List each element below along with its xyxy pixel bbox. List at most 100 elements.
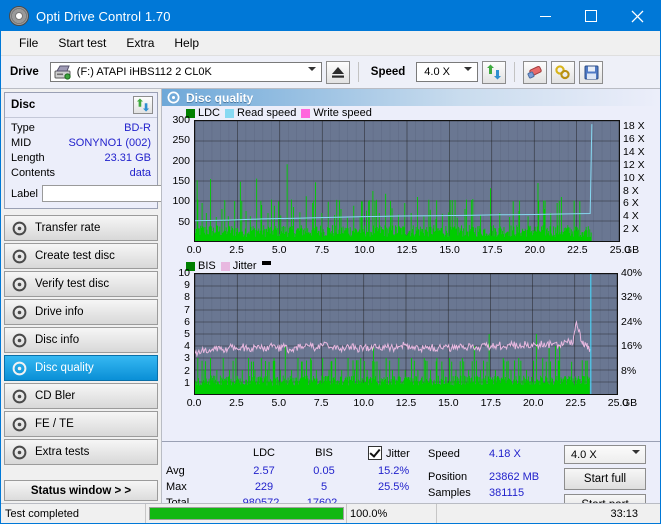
axis-tick-label: 16 X [623, 133, 645, 146]
refresh-icon [487, 64, 502, 80]
progress-bar [146, 504, 346, 523]
axis-tick-label: 50 [178, 215, 190, 228]
axis-tick-label: 10 X [623, 171, 645, 184]
disc-row-length: Length 23.31 GB [11, 151, 151, 166]
axis-tick-label: 2 X [623, 223, 639, 236]
axis-tick-label: 250 [172, 134, 190, 147]
minimize-button[interactable] [522, 1, 568, 31]
disc-row-key: Contents [11, 167, 56, 179]
refresh-icon [136, 98, 150, 112]
sidebar-item-label: CD Bler [35, 390, 76, 402]
drive-label: Drive [10, 66, 39, 78]
maximize-button[interactable] [568, 1, 614, 31]
chart-ldc-plot[interactable] [194, 120, 620, 242]
axis-tick-label: 17.5 [480, 397, 502, 409]
speed-stat-value: 4.18 X [489, 448, 521, 460]
legend-write-speed: Write speed [301, 107, 372, 119]
speed-select[interactable]: 4.0 X [416, 62, 479, 82]
disc-refresh-button[interactable] [133, 96, 153, 114]
save-button[interactable] [579, 60, 604, 84]
sidebar-item-create-test-disc[interactable]: Create test disc [4, 243, 158, 269]
axis-tick-label: 10.0 [354, 244, 375, 256]
speed-stat-label: Speed [428, 448, 460, 460]
axis-tick-label: 7 [184, 303, 190, 316]
axis-tick-label: 4 [184, 340, 190, 353]
elapsed-time: 33:13 [436, 504, 660, 523]
legend-label: LDC [198, 107, 221, 119]
chart-bis-plot[interactable] [194, 273, 618, 395]
legend-label: Jitter [232, 260, 257, 272]
axis-tick-label: 6 X [623, 197, 639, 210]
axis-tick-label: 1 [184, 376, 190, 389]
sidebar-item-label: FE / TE [35, 418, 74, 430]
status-window-button[interactable]: Status window > > [4, 480, 158, 501]
settings-button[interactable] [551, 60, 576, 84]
disc-row-contents: Contents data [11, 166, 151, 181]
axis-tick-label: 18 X [623, 120, 645, 133]
drive-select[interactable]: (F:) ATAPI iHBS112 2 CL0K [49, 62, 322, 82]
window-title: Opti Drive Control 1.70 [36, 8, 171, 24]
sidebar-item-transfer-rate[interactable]: Transfer rate [4, 215, 158, 241]
sidebar-item-label: Drive info [35, 306, 84, 318]
sidebar-item-disc-info[interactable]: Disc info [4, 327, 158, 353]
axis-tick-label: 8 [184, 291, 190, 304]
axis-tick-label: 14 X [623, 146, 645, 159]
disc-row-value: 23.31 GB [104, 152, 151, 164]
drive-icon [54, 65, 71, 80]
disc-nav-icon [12, 277, 27, 291]
axis-tick-label: 5.0 [271, 397, 287, 409]
disc-row-key: MID [11, 137, 32, 149]
chart-bis: BIS Jitter 1 2 3 4 5 6 7 8 9 10 8% 16% 24% 32% 40% 0.0 2… [162, 259, 660, 409]
toolbar: Drive (F:) ATAPI iHBS112 2 CL0K Speed 4.… [1, 56, 660, 89]
sidebar-item-extra-tests[interactable]: Extra tests [4, 439, 158, 465]
jitter-checkbox[interactable] [368, 446, 382, 460]
axis-tick-label: 20.0 [524, 244, 546, 256]
axis-tick-label: 22.5 [565, 397, 586, 409]
legend-label: Read speed [237, 107, 297, 119]
disc-nav-icon [12, 361, 27, 375]
sidebar-item-label: Transfer rate [35, 222, 101, 234]
drive-value: (F:) ATAPI iHBS112 2 CL0K [76, 66, 212, 78]
stats-ldc-max: 229 [254, 481, 274, 493]
sidebar-item-label: Extra tests [35, 446, 90, 458]
keys-icon [555, 64, 570, 79]
axis-tick-label: 8% [621, 364, 637, 377]
start-full-button[interactable]: Start full [564, 468, 646, 490]
chevron-down-icon [632, 450, 640, 454]
axis-tick-label: 9 [184, 279, 190, 292]
axis-tick-label: 32% [621, 291, 643, 304]
erase-button[interactable] [523, 60, 548, 84]
sidebar-item-disc-quality[interactable]: Disc quality [4, 355, 158, 381]
stats-speed-select[interactable]: 4.0 X [564, 445, 646, 464]
chevron-down-icon [464, 67, 473, 71]
disc-label-key: Label [11, 187, 38, 200]
menu-item-help[interactable]: Help [164, 33, 209, 53]
axis-tick-label: 17.5 [481, 244, 503, 256]
close-icon[interactable] [614, 1, 660, 31]
axis-tick-label: 15.0 [438, 397, 459, 409]
progress-percent: 100.0% [346, 504, 436, 523]
sidebar-item-drive-info[interactable]: Drive info [4, 299, 158, 325]
sidebar-item-cd-bler[interactable]: CD Bler [4, 383, 158, 409]
axis-tick-label: 200 [172, 154, 190, 167]
axis-tick-label: 12.5 [396, 244, 418, 256]
chart-ldc: LDC Read speed Write speed 50 100 150 200 25… [162, 106, 660, 256]
stats-header-ldc: LDC [252, 447, 275, 459]
sidebar-item-fe-te[interactable]: FE / TE [4, 411, 158, 437]
chart-bis-legend: BIS Jitter [162, 259, 660, 273]
menu-item-start-test[interactable]: Start test [48, 33, 116, 53]
refresh-button[interactable] [482, 60, 507, 84]
sidebar-item-verify-test-disc[interactable]: Verify test disc [4, 271, 158, 297]
axis-tick-label: GB [622, 397, 638, 409]
disc-row-key: Length [11, 152, 45, 164]
eject-button[interactable] [325, 60, 350, 84]
sidebar-item-label: Disc info [35, 334, 80, 346]
disc-panel: Disc Type BD-R MID SONYNO1 (002) Length … [4, 92, 246, 209]
disc-row-mid: MID SONYNO1 (002) [11, 136, 151, 151]
toolbar-divider-1 [357, 62, 359, 82]
eject-icon [331, 67, 344, 78]
position-stat-value: 23862 MB [489, 471, 540, 483]
content-area: Disc quality LDC Read speed Write speed … [161, 89, 660, 523]
menu-item-file[interactable]: File [9, 33, 48, 53]
menu-item-extra[interactable]: Extra [116, 33, 164, 53]
